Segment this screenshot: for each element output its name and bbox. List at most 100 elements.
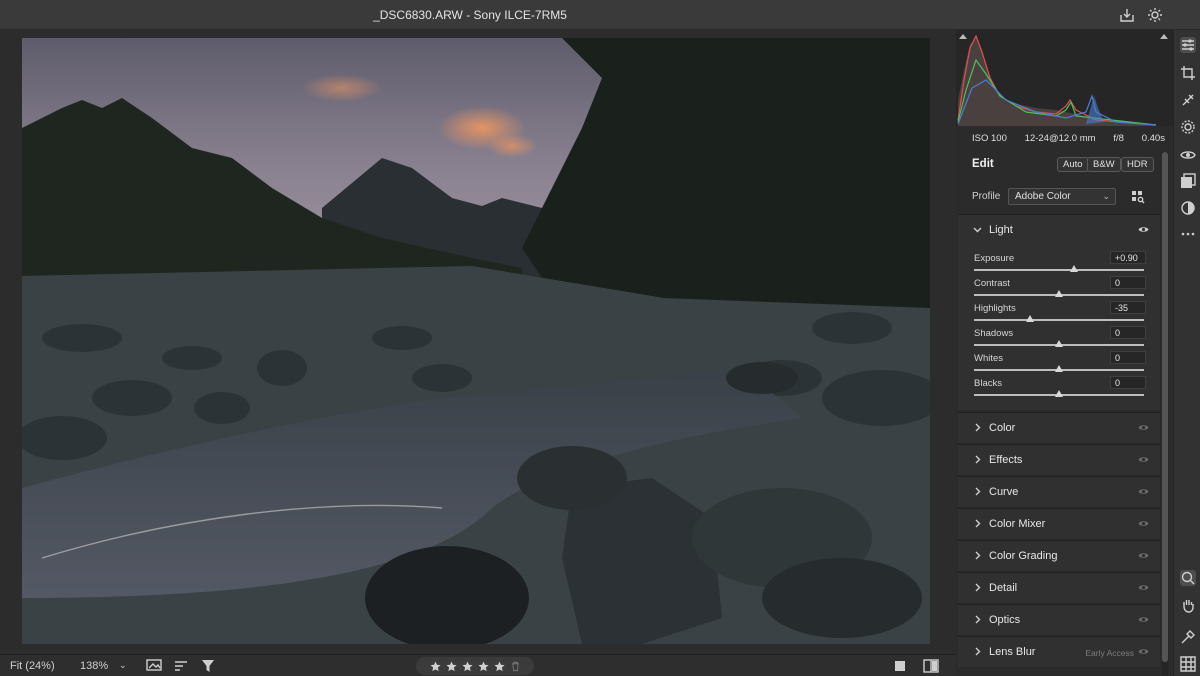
slider-value-input[interactable]: 0 (1110, 376, 1146, 389)
bottom-bar: Fit (24%) 138% ⌄ (0, 654, 956, 676)
chevron-down-icon (973, 227, 982, 233)
photo-preview[interactable] (22, 38, 930, 644)
slider-label: Exposure (974, 253, 1015, 264)
filmstrip-icon[interactable] (146, 659, 162, 673)
color-grading-header[interactable]: Color Grading (958, 541, 1160, 571)
histogram[interactable] (956, 30, 1173, 126)
slider-thumb[interactable] (1055, 365, 1063, 372)
snapshots-icon[interactable] (1180, 200, 1196, 216)
effects-header[interactable]: Effects (958, 445, 1160, 475)
light-header[interactable]: Light (958, 215, 1160, 245)
edit-sliders-tool[interactable] (1180, 37, 1196, 53)
window-title: _DSC6830.ARW - Sony ILCE-7RM5 (373, 8, 567, 22)
group-label: Color (989, 422, 1016, 434)
star-1-icon[interactable] (429, 660, 441, 672)
color-mixer-header[interactable]: Color Mixer (958, 509, 1160, 539)
detail-panel: Detail (958, 572, 1160, 603)
slider-contrast[interactable]: Contrast 0 (958, 276, 1160, 303)
sort-icon[interactable] (174, 659, 188, 673)
eye-icon[interactable] (1138, 615, 1149, 624)
star-3-icon[interactable] (461, 660, 473, 672)
group-label: Color Mixer (989, 518, 1046, 530)
chevron-right-icon (975, 423, 981, 432)
slider-blacks[interactable]: Blacks 0 (958, 376, 1160, 403)
eye-icon[interactable] (1138, 225, 1149, 234)
eye-icon[interactable] (1138, 583, 1149, 592)
eye-icon[interactable] (1138, 487, 1149, 496)
zoom-chevron-down-icon[interactable]: ⌄ (119, 660, 127, 671)
crop-icon[interactable] (1180, 65, 1196, 81)
hand-icon[interactable] (1180, 597, 1196, 613)
edit-title: Edit (972, 158, 994, 170)
iso-value: ISO 100 (972, 133, 1007, 144)
slider-exposure[interactable]: Exposure +0.90 (958, 251, 1160, 278)
slider-shadows[interactable]: Shadows 0 (958, 326, 1160, 353)
slider-value-input[interactable]: 0 (1110, 276, 1146, 289)
slider-value-input[interactable]: +0.90 (1110, 251, 1146, 264)
optics-panel: Optics (958, 604, 1160, 635)
star-5-icon[interactable] (493, 660, 505, 672)
slider-highlights[interactable]: Highlights -35 (958, 301, 1160, 328)
group-label: Effects (989, 454, 1023, 466)
early-access-badge: Early Access (1085, 648, 1134, 658)
group-label: Color Grading (989, 550, 1058, 562)
profile-browser-icon[interactable] (1131, 190, 1145, 204)
star-4-icon[interactable] (477, 660, 489, 672)
eye-icon[interactable] (1138, 455, 1149, 464)
profile-select[interactable]: Adobe Color ⌄ (1008, 188, 1116, 205)
star-2-icon[interactable] (445, 660, 457, 672)
slider-value-input[interactable]: -35 (1110, 301, 1146, 314)
gear-icon[interactable] (1146, 6, 1164, 24)
save-icon[interactable] (1118, 6, 1136, 24)
panel-scrollbar[interactable] (1162, 152, 1168, 676)
optics-header[interactable]: Optics (958, 605, 1160, 635)
slider-thumb[interactable] (1055, 340, 1063, 347)
fullscreen-icon[interactable] (894, 660, 906, 672)
eye-icon[interactable] (1138, 519, 1149, 528)
slider-thumb[interactable] (1055, 390, 1063, 397)
more-icon[interactable] (1180, 226, 1196, 242)
grid-icon[interactable] (1180, 656, 1196, 672)
fit-zoom-button[interactable]: Fit (24%) (10, 660, 55, 672)
image-canvas[interactable] (0, 30, 956, 654)
scrollbar-thumb[interactable] (1162, 152, 1168, 662)
group-label: Lens Blur (989, 646, 1036, 658)
slider-value-input[interactable]: 0 (1110, 326, 1146, 339)
hdr-button[interactable]: HDR (1121, 157, 1154, 172)
auto-button[interactable]: Auto (1057, 157, 1089, 172)
slider-label: Shadows (974, 328, 1014, 339)
presets-icon[interactable] (1180, 173, 1196, 189)
detail-header[interactable]: Detail (958, 573, 1160, 603)
slider-thumb[interactable] (1026, 315, 1035, 322)
slider-track[interactable] (974, 269, 1144, 271)
zoom-tool[interactable] (1180, 570, 1196, 586)
slider-whites[interactable]: Whites 0 (958, 351, 1160, 378)
slider-track[interactable] (974, 319, 1144, 321)
curve-panel: Curve (958, 476, 1160, 507)
chevron-right-icon (975, 583, 981, 592)
slider-value-input[interactable]: 0 (1110, 351, 1146, 364)
eye-icon[interactable] (1138, 647, 1149, 656)
eye-icon[interactable] (1138, 423, 1149, 432)
edit-sliders-icon (1182, 39, 1194, 51)
eyedropper-icon[interactable] (1180, 629, 1196, 645)
eye-icon[interactable] (1138, 551, 1149, 560)
star-rating[interactable] (416, 657, 534, 675)
color-grading-panel: Color Grading (958, 540, 1160, 571)
zoom-level-select[interactable]: 138% (80, 660, 108, 672)
filter-icon[interactable] (201, 659, 215, 673)
chevron-right-icon (975, 487, 981, 496)
edit-header: Edit Auto B&W HDR (956, 154, 1160, 178)
masking-icon[interactable] (1180, 119, 1196, 135)
curve-header[interactable]: Curve (958, 477, 1160, 507)
lens-blur-panel: Lens Blur Early Access (958, 636, 1160, 667)
trash-icon[interactable] (510, 661, 521, 672)
red-eye-icon[interactable] (1180, 147, 1196, 163)
color-header[interactable]: Color (958, 413, 1160, 443)
slider-thumb[interactable] (1070, 265, 1079, 272)
lens-blur-header[interactable]: Lens Blur Early Access (958, 637, 1160, 667)
before-after-icon[interactable] (923, 659, 939, 673)
healing-icon[interactable] (1180, 92, 1196, 108)
bw-button[interactable]: B&W (1087, 157, 1121, 172)
slider-thumb[interactable] (1055, 290, 1063, 297)
